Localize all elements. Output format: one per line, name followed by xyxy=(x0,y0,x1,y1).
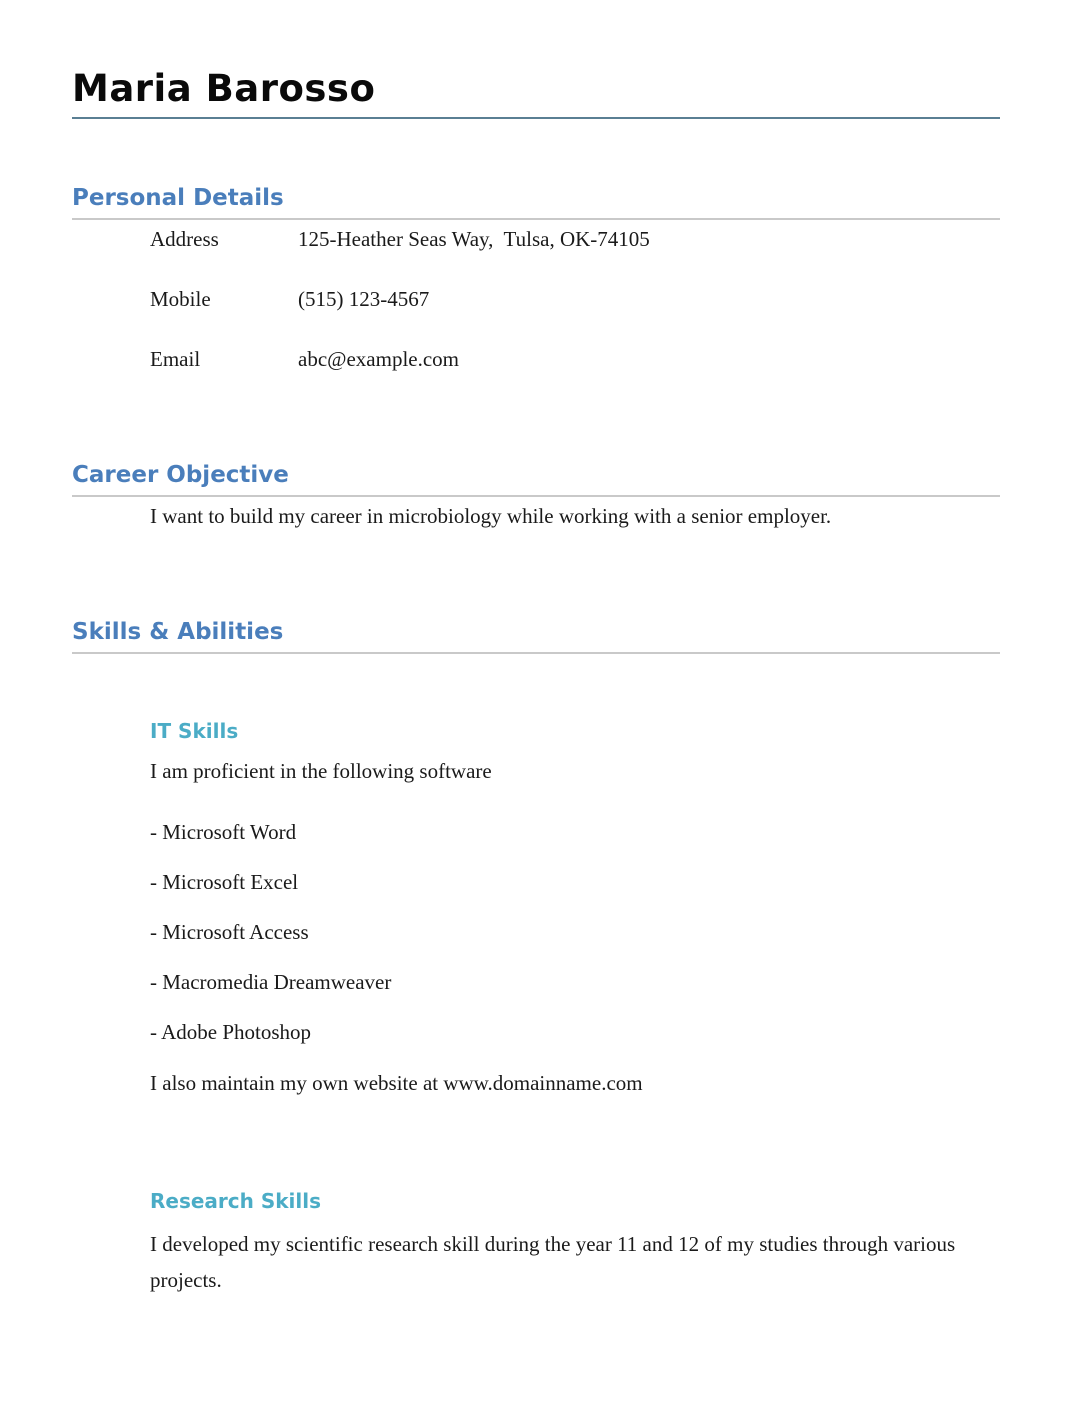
list-item: - Adobe Photoshop xyxy=(150,1020,312,1044)
career-objective-body: I want to build my career in microbiolog… xyxy=(72,500,1000,533)
section-title-career-objective: Career Objective xyxy=(72,462,289,488)
it-skills-website-note: I also maintain my own website at www.do… xyxy=(150,1071,643,1095)
subsection-title-it-skills: IT Skills xyxy=(150,719,239,743)
section-divider-skills-abilities xyxy=(72,652,1000,654)
detail-value-address: 125-Heather Seas Way, Tulsa, OK-74105 xyxy=(298,227,650,251)
section-personal-details: Personal Details xyxy=(72,184,1000,220)
section-career-objective: Career Objective xyxy=(72,461,1000,497)
personal-details-table: Address 125-Heather Seas Way, Tulsa, OK-… xyxy=(150,226,998,372)
section-divider-career-objective xyxy=(72,495,1000,497)
detail-label-address: Address xyxy=(150,227,219,251)
section-divider-personal-details xyxy=(72,218,1000,220)
section-title-personal-details: Personal Details xyxy=(72,185,284,211)
table-row: Address 125-Heather Seas Way, Tulsa, OK-… xyxy=(150,226,998,286)
table-row: Mobile (515) 123-4567 xyxy=(150,286,998,346)
it-skills-intro: I am proficient in the following softwar… xyxy=(150,759,492,783)
list-item: - Macromedia Dreamweaver xyxy=(150,970,392,994)
section-skills-abilities: Skills & Abilities xyxy=(72,618,1000,654)
subsection-it-skills: IT Skills xyxy=(72,718,1000,744)
resume-page: Maria Barosso Personal Details Address 1… xyxy=(0,0,1074,1427)
table-row: Email abc@example.com xyxy=(150,346,998,372)
list-item: - Microsoft Excel xyxy=(150,870,299,894)
list-item: - Microsoft Word xyxy=(150,820,297,844)
subsection-title-research-skills: Research Skills xyxy=(150,1189,322,1213)
section-title-skills-abilities: Skills & Abilities xyxy=(72,619,284,645)
resume-header: Maria Barosso xyxy=(72,66,1000,119)
detail-value-mobile: (515) 123-4567 xyxy=(298,287,430,311)
detail-label-email: Email xyxy=(150,347,201,371)
career-objective-text: I want to build my career in microbiolog… xyxy=(150,504,832,528)
detail-value-email: abc@example.com xyxy=(298,347,460,371)
candidate-name: Maria Barosso xyxy=(72,67,376,110)
header-divider xyxy=(72,117,1000,119)
it-skills-body: I am proficient in the following softwar… xyxy=(72,758,1000,1096)
list-item: - Microsoft Access xyxy=(150,920,309,944)
research-skills-text: I developed my scientific research skill… xyxy=(150,1232,956,1292)
detail-label-mobile: Mobile xyxy=(150,287,211,311)
subsection-research-skills: Research Skills xyxy=(72,1188,1000,1214)
research-skills-body: I developed my scientific research skill… xyxy=(72,1226,1000,1298)
